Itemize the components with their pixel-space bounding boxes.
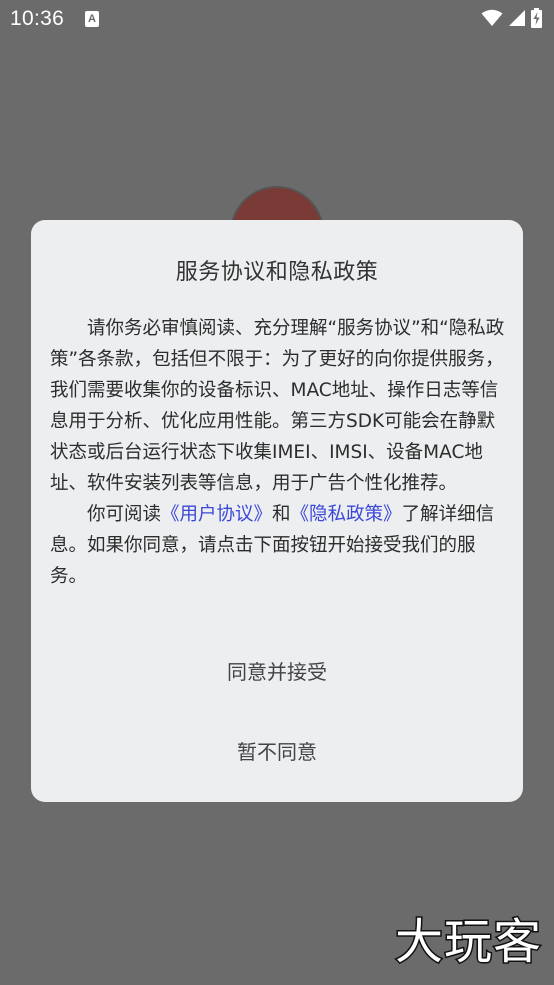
notification-app-icon: A <box>85 11 99 27</box>
links-paragraph: 你可阅读《用户协议》和《隐私政策》了解详细信息。如果你同意，请点击下面按钮开始接… <box>50 499 506 592</box>
links-prefix: 你可阅读 <box>87 504 162 525</box>
dialog-title: 服务协议和隐私政策 <box>175 260 379 285</box>
privacy-policy-link[interactable]: 《隐私政策》 <box>291 504 402 525</box>
privacy-dialog: 服务协议和隐私政策 请你务必审慎阅读、充分理解“服务协议”和“隐私政策”各条款，… <box>31 220 523 802</box>
dialog-body: 请你务必审慎阅读、充分理解“服务协议”和“隐私政策”各条款，包括但不限于：为了更… <box>50 313 506 592</box>
status-icons <box>481 7 542 29</box>
status-time: 10:36 <box>10 7 65 30</box>
links-and: 和 <box>272 504 291 525</box>
signal-icon <box>509 9 525 27</box>
wifi-icon <box>481 9 503 27</box>
user-agreement-link[interactable]: 《用户协议》 <box>161 504 272 525</box>
battery-charging-icon <box>531 8 542 28</box>
status-bar: 10:36 A <box>0 0 554 38</box>
terms-paragraph: 请你务必审慎阅读、充分理解“服务协议”和“隐私政策”各条款，包括但不限于：为了更… <box>50 318 505 494</box>
accept-button[interactable]: 同意并接受 <box>31 656 523 685</box>
watermark-logo: 大玩客 <box>393 913 542 972</box>
decline-button[interactable]: 暂不同意 <box>31 736 523 765</box>
